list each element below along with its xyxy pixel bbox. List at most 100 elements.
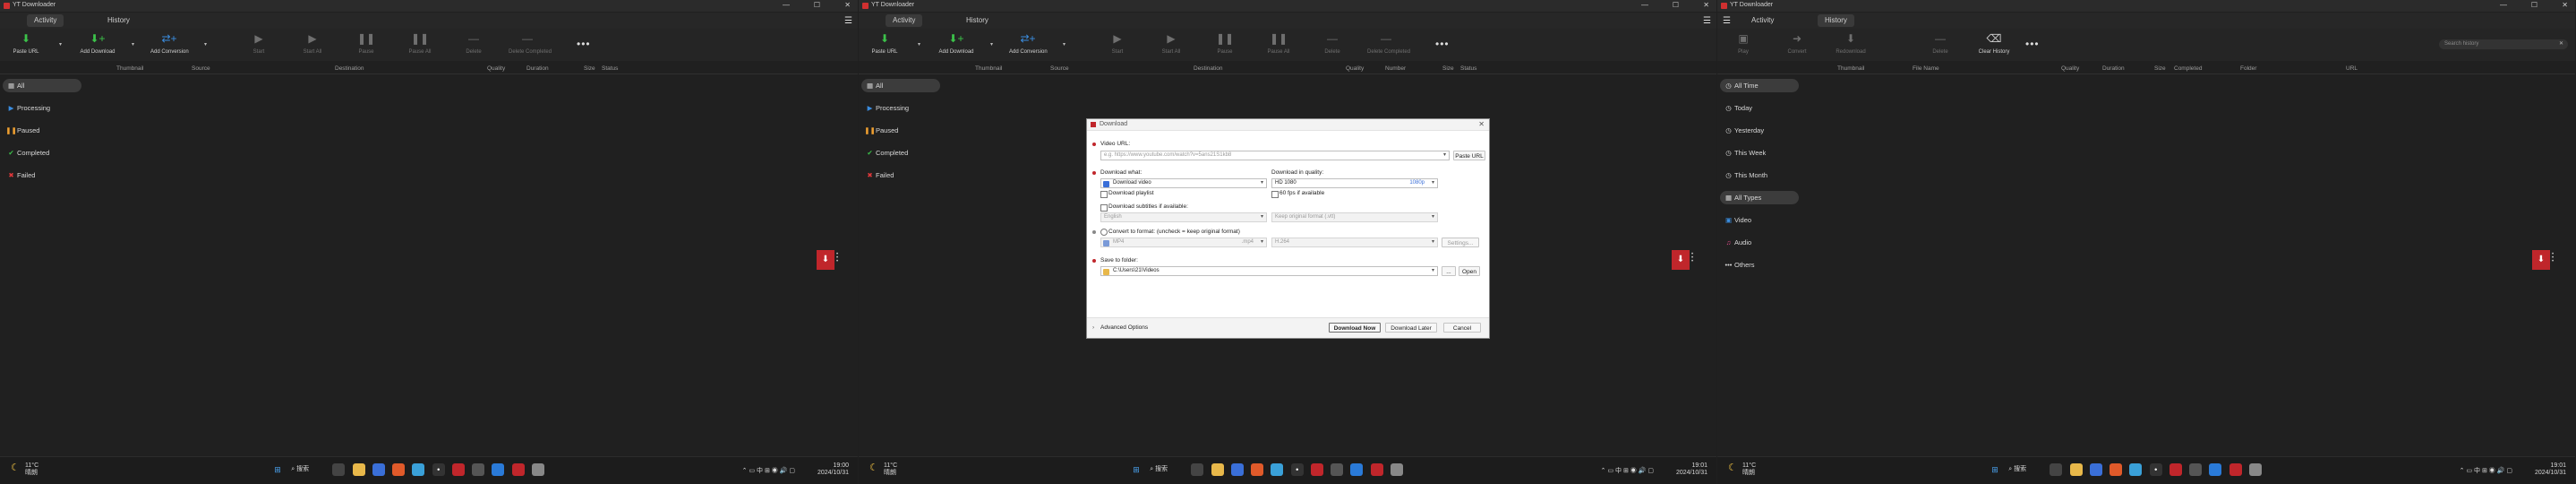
- download-later-button[interactable]: Download Later: [1385, 323, 1437, 333]
- chevron-down-icon[interactable]: ▾: [204, 41, 207, 48]
- sidebar-item-failed[interactable]: ✖ Failed: [3, 169, 81, 182]
- sidebar-item-audio[interactable]: ♫ Audio: [1720, 236, 1799, 249]
- quality-select[interactable]: HD 1080 1080p ▾: [1271, 178, 1438, 188]
- cancel-button[interactable]: Cancel: [1443, 323, 1481, 333]
- sidebar-item-processing[interactable]: ▶ Processing: [3, 101, 81, 115]
- app-icon[interactable]: [1390, 463, 1403, 476]
- add-conversion-button[interactable]: ⇄+ Add Conversion: [150, 31, 189, 55]
- redownload-button[interactable]: ⬇ Redownload: [1832, 31, 1870, 55]
- app-icon[interactable]: •: [2149, 463, 2162, 476]
- column-thumbnail[interactable]: Thumbnail: [1837, 65, 1864, 72]
- tab-history[interactable]: History: [959, 14, 996, 27]
- delete-completed-button[interactable]: — Delete Completed: [509, 31, 552, 55]
- app-icon[interactable]: [2229, 463, 2242, 476]
- browser-icon[interactable]: [412, 463, 425, 476]
- pause-button[interactable]: ❚❚ Pause: [1206, 31, 1244, 55]
- sidebar-item-this-month[interactable]: ◷ This Month: [1720, 169, 1799, 182]
- taskbar-search[interactable]: ⌕ 搜索: [291, 463, 325, 476]
- tray-icons[interactable]: ⌃ ▭ 中 ⊞ ◉ 🔊 ▢: [2460, 466, 2512, 475]
- taskbar-clock[interactable]: 19:01 2024/10/31: [2535, 462, 2566, 477]
- close-icon[interactable]: ✕: [1478, 120, 1485, 128]
- pause-button[interactable]: ❚❚ Pause: [347, 31, 385, 55]
- chevron-down-icon[interactable]: ▾: [1432, 267, 1434, 275]
- download-now-button[interactable]: Download Now: [1329, 323, 1381, 333]
- open-folder-button[interactable]: Open: [1459, 266, 1480, 276]
- file-explorer-icon[interactable]: [2069, 463, 2083, 476]
- tab-activity[interactable]: Activity: [27, 14, 64, 27]
- column-size[interactable]: Size: [2154, 65, 2166, 72]
- delete-button[interactable]: — Delete: [1921, 31, 1959, 55]
- close-button[interactable]: ✕: [1703, 1, 1709, 9]
- column-status[interactable]: Status: [1460, 65, 1476, 72]
- settings-icon[interactable]: [1331, 463, 1344, 476]
- app-icon[interactable]: [451, 463, 465, 476]
- task-view-icon[interactable]: [2050, 463, 2063, 476]
- chevron-down-icon[interactable]: ▾: [59, 41, 62, 48]
- sidebar-item-completed[interactable]: ✔ Completed: [861, 146, 940, 160]
- chevron-right-icon[interactable]: ›: [1092, 324, 1094, 331]
- sidebar-item-paused[interactable]: ❚❚Paused: [3, 124, 81, 137]
- settings-icon[interactable]: [2189, 463, 2203, 476]
- app-icon[interactable]: [2110, 463, 2123, 476]
- settings-icon[interactable]: [472, 463, 485, 476]
- minimize-button[interactable]: —: [783, 1, 790, 9]
- start-button[interactable]: ▶ Start: [1099, 31, 1136, 55]
- app-icon[interactable]: [1230, 463, 1244, 476]
- fps60-checkbox[interactable]: [1271, 191, 1279, 198]
- start-button[interactable]: ▶ Start: [240, 31, 278, 55]
- delete-completed-button[interactable]: — Delete Completed: [1367, 31, 1410, 55]
- close-button[interactable]: ✕: [844, 1, 851, 9]
- file-explorer-icon[interactable]: [352, 463, 365, 476]
- app-icon[interactable]: •: [432, 463, 445, 476]
- app-icon[interactable]: [1251, 463, 1264, 476]
- hamburger-icon[interactable]: ☰: [844, 16, 852, 26]
- windows-start-icon[interactable]: ⊞: [271, 463, 284, 476]
- app-icon[interactable]: [2089, 463, 2102, 476]
- app-icon[interactable]: [392, 463, 406, 476]
- sidebar-item-yesterday[interactable]: ◷ Yesterday: [1720, 124, 1799, 137]
- download-playlist-checkbox[interactable]: [1100, 191, 1108, 198]
- sidebar-item-processing[interactable]: ▶ Processing: [861, 101, 940, 115]
- weather-widget[interactable]: ☾ 11°C 晴朗: [11, 462, 39, 477]
- weather-widget[interactable]: ☾ 11°C 晴朗: [869, 462, 897, 477]
- paste-url-button[interactable]: ⬇ Paste URL: [866, 31, 903, 55]
- taskbar-clock[interactable]: 19:00 2024/10/31: [817, 462, 849, 477]
- yt-downloader-taskbar-icon[interactable]: [2169, 463, 2182, 476]
- maximize-button[interactable]: ☐: [2531, 1, 2537, 9]
- browser-icon[interactable]: [2129, 463, 2143, 476]
- floating-download-button[interactable]: ⬇ • • •: [1672, 250, 1697, 270]
- hamburger-icon[interactable]: ☰: [1703, 16, 1711, 26]
- windows-start-icon[interactable]: ⊞: [1130, 463, 1143, 476]
- taskbar-search[interactable]: ⌕ 搜索: [2008, 463, 2042, 476]
- yt-downloader-taskbar-icon[interactable]: [511, 463, 525, 476]
- column-folder[interactable]: Folder: [2240, 65, 2256, 72]
- convert-codec-select[interactable]: H.264 ▾: [1271, 238, 1438, 247]
- convert-format-select[interactable]: MP4 .mp4 ▾: [1100, 238, 1267, 247]
- column-destination[interactable]: Destination: [335, 65, 364, 72]
- sidebar-item-completed[interactable]: ✔ Completed: [3, 146, 81, 160]
- chevron-down-icon[interactable]: ▾: [1443, 151, 1446, 160]
- convert-settings-button[interactable]: Settings...: [1442, 238, 1479, 247]
- sidebar-item-today[interactable]: ◷ Today: [1720, 101, 1799, 115]
- column-source[interactable]: Source: [192, 65, 210, 72]
- chevron-down-icon[interactable]: ▾: [132, 41, 134, 48]
- sidebar-item-video[interactable]: ▣ Video: [1720, 213, 1799, 227]
- sidebar-item-others[interactable]: ••• Others: [1720, 258, 1799, 272]
- weather-widget[interactable]: ☾ 11°C 晴朗: [1728, 462, 1756, 477]
- app-icon[interactable]: [492, 463, 505, 476]
- minimize-button[interactable]: —: [2500, 1, 2507, 9]
- taskbar-clock[interactable]: 19:01 2024/10/31: [1676, 462, 1707, 477]
- floating-download-button[interactable]: ⬇ • • •: [2532, 250, 2557, 270]
- column-quality[interactable]: Quality: [2061, 65, 2079, 72]
- file-explorer-icon[interactable]: [1211, 463, 1224, 476]
- chevron-down-icon[interactable]: ▾: [1432, 213, 1434, 221]
- advanced-options-toggle[interactable]: Advanced Options: [1100, 324, 1148, 331]
- chevron-down-icon[interactable]: ▾: [1261, 179, 1263, 187]
- start-all-button[interactable]: ▶ Start All: [1152, 31, 1190, 55]
- app-icon[interactable]: •: [1290, 463, 1304, 476]
- tray-icons[interactable]: ⌃ ▭ 中 ⊞ ◉ 🔊 ▢: [742, 466, 795, 475]
- pause-all-button[interactable]: ❚❚ Pause All: [401, 31, 439, 55]
- column-status[interactable]: Status: [602, 65, 618, 72]
- sidebar-item-all-time[interactable]: ◷ All Time: [1720, 79, 1799, 92]
- column-url[interactable]: URL: [2346, 65, 2358, 72]
